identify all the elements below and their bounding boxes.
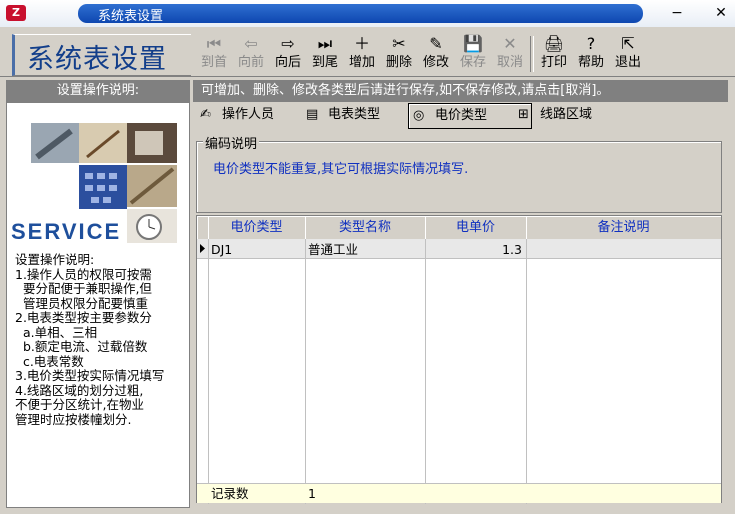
last-icon: ⏭ (317, 34, 333, 53)
next-button[interactable]: ⇨ 向后 (270, 33, 306, 75)
grid-line (425, 239, 426, 504)
first-label: 到首 (200, 55, 227, 70)
print-icon: 🖨 (543, 34, 565, 53)
help-text: 设置操作说明: 1.操作人员的权限可按需 要分配便于兼职操作,但 管理员权限分配… (15, 252, 165, 427)
prev-button[interactable]: ⇦ 向前 (233, 33, 269, 75)
exit-icon: ⇱ (621, 34, 635, 53)
big-title-box: 系统表设置 (12, 34, 191, 76)
print-label: 打印 (540, 55, 567, 70)
help-label: 帮助 (577, 55, 604, 70)
add-icon: ＋ (353, 34, 370, 53)
window-title: 系统表设置 (98, 9, 164, 24)
app-icon[interactable]: Z (6, 5, 26, 21)
group-legend: 编码说明 (203, 133, 260, 152)
tab-label: 操作人员 (222, 107, 275, 122)
left-panel-heading: 设置操作说明: (6, 80, 190, 102)
service-logo-text: SERVICE (11, 219, 122, 244)
exit-button[interactable]: ⇱ 退出 (610, 33, 646, 75)
cancel-button[interactable]: ✕ 取消 (492, 33, 528, 75)
column-header-price-type[interactable]: 电价类型 (208, 216, 306, 240)
title-bar: Z 系统表设置 − ✕ (0, 0, 735, 27)
edit-button[interactable]: ✎ 修改 (418, 33, 454, 75)
column-header-remarks[interactable]: 备注说明 (526, 216, 722, 240)
grid-line (208, 239, 209, 504)
prev-label: 向前 (237, 55, 264, 70)
tab-network[interactable]: ⊞ 线路区域 (514, 103, 640, 127)
minimize-icon[interactable]: − (668, 4, 686, 22)
exit-label: 退出 (614, 55, 641, 70)
column-header-unit-price[interactable]: 电单价 (425, 216, 527, 240)
edit-label: 修改 (422, 55, 449, 70)
delete-button[interactable]: ✂ 删除 (381, 33, 417, 75)
tab-label: 电表类型 (328, 107, 381, 122)
left-panel: SERVICE 设置操作说明: 1.操作人员的权限可按需 要分配便于兼职操作,但… (6, 102, 190, 508)
meter-icon: ▤ (306, 107, 319, 122)
tab-label: 线路区域 (540, 107, 593, 122)
toolbar-separator (530, 36, 534, 72)
help-button[interactable]: ? 帮助 (573, 33, 609, 75)
save-label: 保存 (459, 55, 486, 70)
row-indicator-icon (197, 239, 208, 258)
network-icon: ⊞ (518, 107, 529, 122)
cell-remarks[interactable] (529, 240, 719, 259)
column-header-type-name[interactable]: 类型名称 (305, 216, 426, 240)
last-label: 到尾 (311, 55, 338, 70)
page-title: 系统表设置 (27, 44, 167, 75)
info-bar: 可增加、删除、修改各类型后请进行保存,如不保存修改,请点击[取消]。 (193, 80, 728, 102)
help-icon: ? (586, 34, 596, 53)
add-button[interactable]: ＋ 增加 (344, 33, 380, 75)
tab-person[interactable]: ✍ 操作人员 (196, 103, 316, 127)
delete-icon: ✂ (392, 34, 406, 53)
grid-line (305, 239, 306, 504)
next-icon: ⇨ (281, 34, 295, 53)
last-button[interactable]: ⏭ 到尾 (307, 33, 343, 75)
next-label: 向后 (274, 55, 301, 70)
close-icon[interactable]: ✕ (712, 4, 730, 22)
cell-price-type[interactable]: DJ1 (211, 240, 303, 259)
code-description-group: 编码说明 电价类型不能重复,其它可根据实际情况填写. (196, 133, 722, 213)
save-icon: 💾 (463, 34, 483, 53)
first-button[interactable]: ⏮ 到首 (196, 33, 232, 75)
cancel-icon: ✕ (503, 34, 517, 53)
prev-icon: ⇦ (244, 34, 258, 53)
group-description: 电价类型不能重复,其它可根据实际情况填写. (213, 162, 469, 177)
footer-row (197, 483, 721, 503)
save-button[interactable]: 💾 保存 (455, 33, 491, 75)
cell-type-name[interactable]: 普通工业 (308, 240, 423, 259)
record-count-value: 1 (308, 486, 316, 501)
add-label: 增加 (348, 55, 375, 70)
grid-line (526, 239, 527, 504)
cell-unit-price[interactable]: 1.3 (428, 240, 522, 259)
edit-icon: ✎ (429, 34, 443, 53)
price-icon: ◎ (413, 108, 425, 123)
person-icon: ✍ (200, 107, 211, 122)
delete-label: 删除 (385, 55, 412, 70)
print-button[interactable]: 🖨 打印 (536, 33, 572, 75)
cancel-label: 取消 (496, 55, 523, 70)
record-count-label: 记录数 (211, 486, 249, 501)
data-grid[interactable]: 电价类型 类型名称 电单价 备注说明 DJ1 普通工业 1.3 记录数 1 (196, 215, 722, 504)
first-icon: ⏮ (206, 34, 222, 53)
tab-label: 电价类型 (435, 108, 488, 123)
